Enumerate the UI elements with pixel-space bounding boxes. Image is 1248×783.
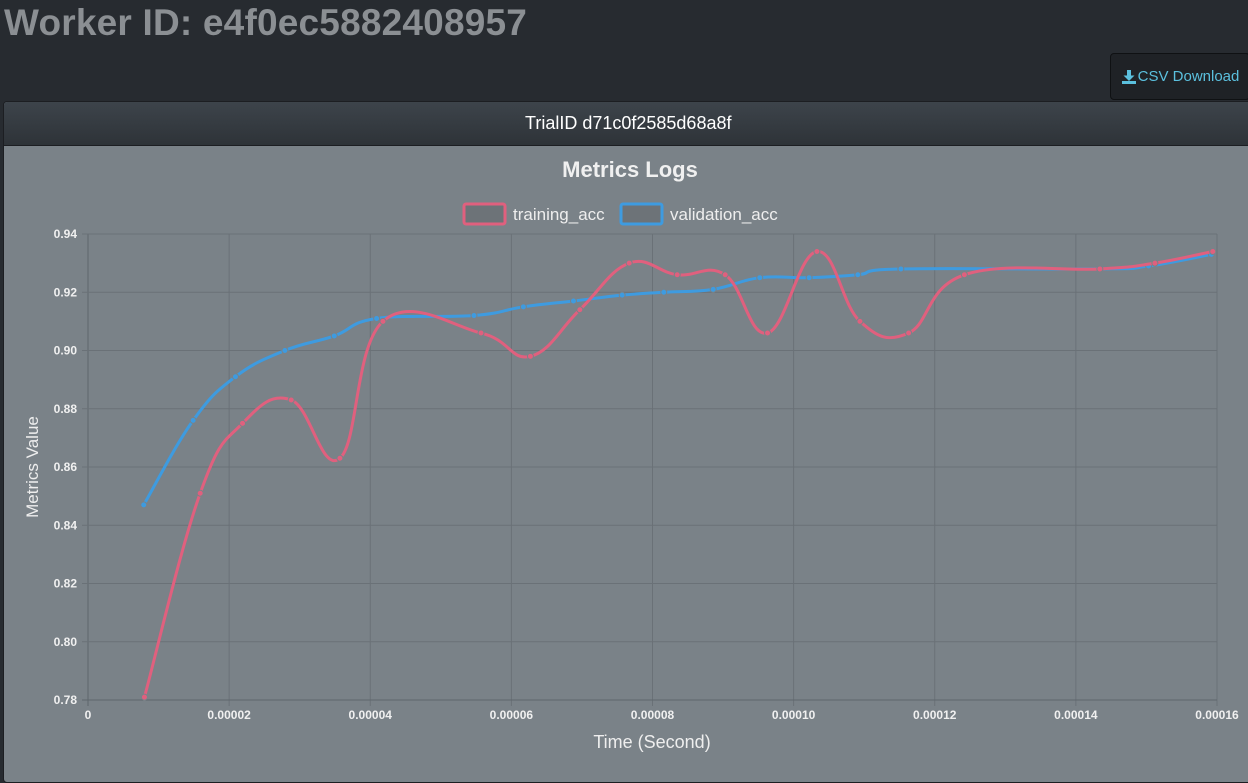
x-tick-label: 0.00014 (1054, 708, 1098, 722)
data-point-validation-acc[interactable] (805, 274, 813, 282)
y-tick-label: 0.84 (54, 518, 78, 532)
series-line-training-acc (143, 249, 1214, 698)
data-point-training-acc[interactable] (960, 271, 968, 279)
x-tick-label: 0.00012 (913, 708, 957, 722)
data-point-training-acc[interactable] (576, 306, 584, 314)
data-point-training-acc[interactable] (625, 259, 633, 267)
y-axis-label: Metrics Value (23, 416, 42, 518)
data-point-validation-acc[interactable] (854, 271, 862, 279)
data-point-training-acc[interactable] (856, 317, 864, 325)
data-point-training-acc[interactable] (196, 489, 204, 497)
data-point-validation-acc[interactable] (330, 332, 338, 340)
y-tick-label: 0.82 (54, 577, 78, 591)
data-point-training-acc[interactable] (287, 396, 295, 404)
data-point-training-acc[interactable] (764, 329, 772, 337)
chart-legend[interactable]: training_acc validation_acc (462, 202, 778, 226)
x-tick-label: 0.00006 (490, 708, 534, 722)
data-point-validation-acc[interactable] (709, 285, 717, 293)
x-tick-label: 0.00016 (1195, 708, 1239, 722)
y-tick-label: 0.80 (54, 635, 78, 649)
metrics-chart: Metrics Logs training_acc validation_acc… (23, 157, 1239, 752)
data-point-training-acc[interactable] (379, 317, 387, 325)
data-point-validation-acc[interactable] (618, 291, 626, 299)
data-point-validation-acc[interactable] (756, 274, 764, 282)
y-tick-label: 0.94 (54, 227, 78, 241)
data-point-training-acc[interactable] (239, 419, 247, 427)
chart-title: Metrics Logs (562, 157, 698, 182)
data-point-validation-acc[interactable] (140, 501, 148, 509)
data-point-training-acc[interactable] (1151, 259, 1159, 267)
chart-grid (82, 233, 1218, 706)
data-point-validation-acc[interactable] (470, 312, 478, 320)
data-point-validation-acc[interactable] (519, 303, 527, 311)
data-point-training-acc[interactable] (140, 693, 148, 701)
y-tick-label: 0.78 (54, 693, 78, 707)
data-point-validation-acc[interactable] (660, 288, 668, 296)
x-tick-label: 0 (85, 708, 92, 722)
data-point-validation-acc[interactable] (373, 314, 381, 322)
y-tick-label: 0.88 (54, 402, 78, 416)
data-point-training-acc[interactable] (526, 352, 534, 360)
x-tick-label: 0.00004 (349, 708, 393, 722)
data-point-training-acc[interactable] (813, 247, 821, 255)
data-point-validation-acc[interactable] (189, 416, 197, 424)
y-tick-label: 0.90 (54, 344, 78, 358)
x-tick-label: 0.00010 (772, 708, 816, 722)
legend-swatch-validation[interactable] (619, 202, 664, 226)
legend-swatch-training[interactable] (462, 202, 507, 226)
data-point-training-acc[interactable] (477, 329, 485, 337)
x-tick-label: 0.00002 (207, 708, 251, 722)
data-point-validation-acc[interactable] (231, 373, 239, 381)
x-axis-label: Time (Second) (593, 732, 710, 752)
data-point-training-acc[interactable] (336, 454, 344, 462)
x-tick-label: 0.00008 (631, 708, 675, 722)
data-point-training-acc[interactable] (1096, 265, 1104, 273)
data-point-training-acc[interactable] (1209, 247, 1217, 255)
data-point-training-acc[interactable] (905, 329, 913, 337)
y-tick-label: 0.92 (54, 285, 78, 299)
data-point-training-acc[interactable] (673, 271, 681, 279)
data-point-validation-acc[interactable] (281, 347, 289, 354)
legend-label-training[interactable]: training_acc (513, 205, 605, 224)
data-point-validation-acc[interactable] (569, 297, 577, 305)
data-point-training-acc[interactable] (721, 271, 729, 279)
legend-label-validation[interactable]: validation_acc (670, 205, 778, 224)
y-tick-label: 0.86 (54, 460, 78, 474)
data-point-validation-acc[interactable] (897, 265, 905, 273)
